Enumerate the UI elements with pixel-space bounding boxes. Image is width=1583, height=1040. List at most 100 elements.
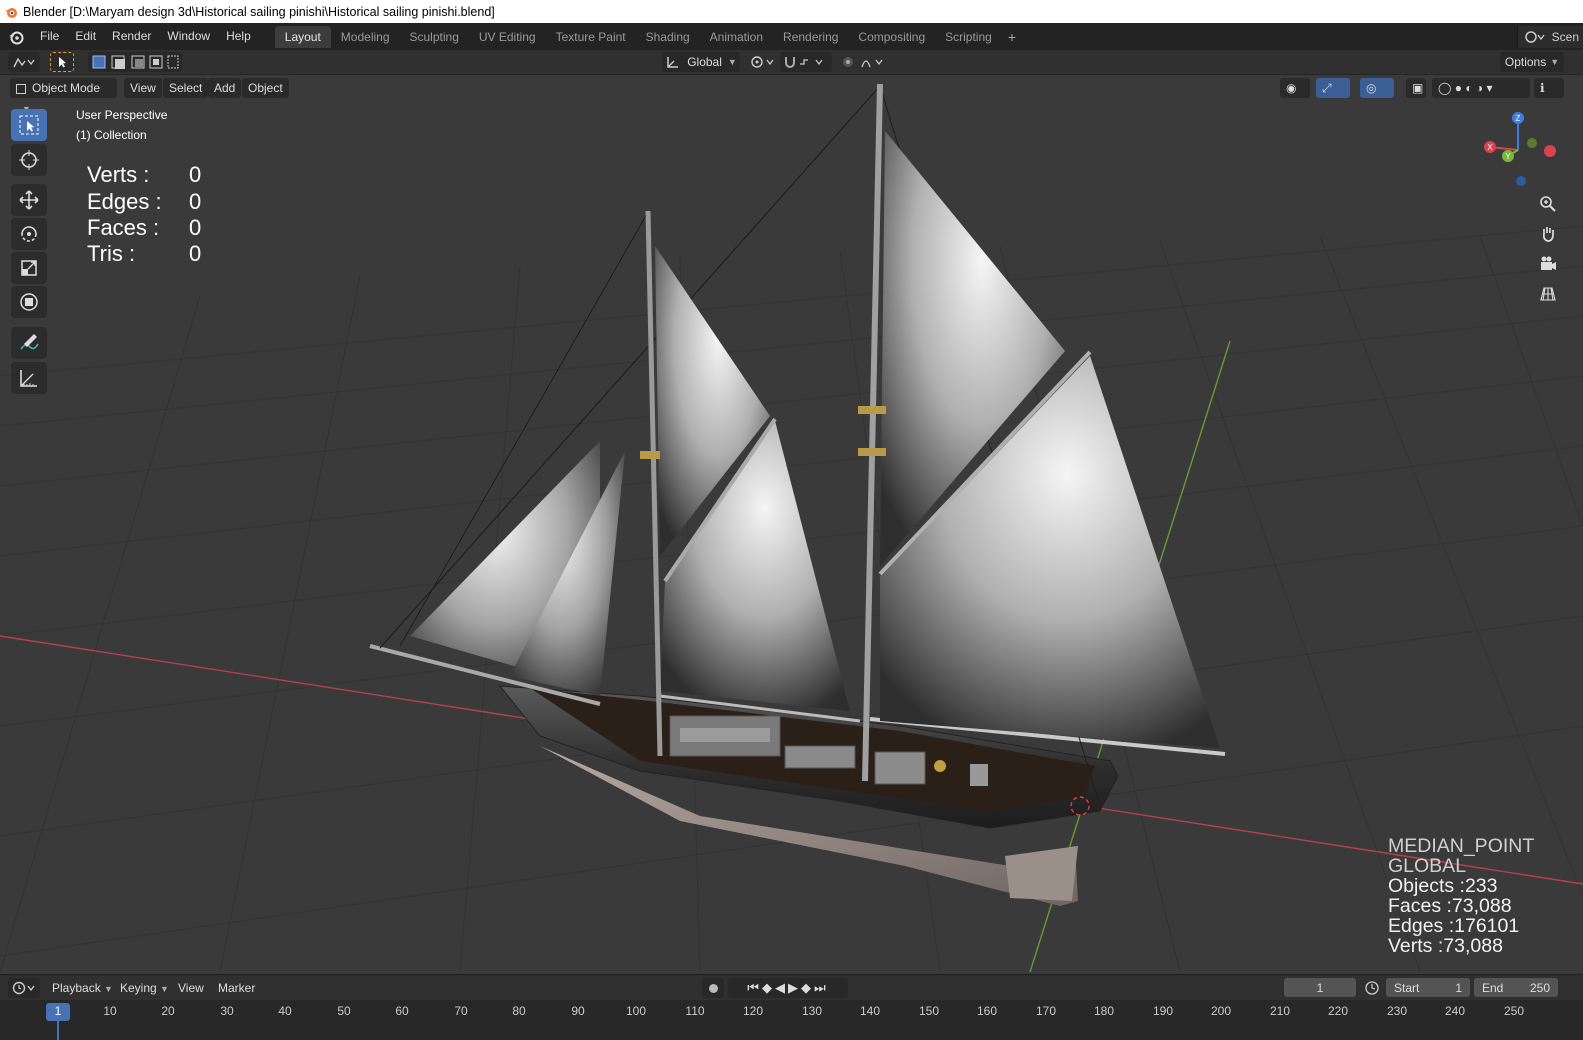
timeline-ruler[interactable]: 1 10 20 30 40 50 60 70 80 90 100 110 120… — [0, 1000, 1583, 1040]
ruler-tick: 210 — [1269, 1004, 1291, 1018]
start-frame-field[interactable]: Start 1 — [1386, 978, 1470, 997]
next-keyframe-icon[interactable]: ◆ — [801, 980, 814, 996]
navigation-gizmo[interactable]: Z X Y — [1478, 110, 1558, 190]
top-menu-bar: File Edit Render Window Help Layout Mode… — [0, 23, 1583, 50]
measure-tool[interactable] — [11, 362, 47, 394]
menu-view[interactable]: View — [124, 78, 162, 98]
transform-icon — [20, 293, 38, 311]
orientation-dropdown[interactable]: Global ▼ — [662, 52, 740, 72]
jump-end-icon[interactable]: ⏭ — [814, 980, 829, 996]
snapping-button[interactable] — [780, 52, 832, 72]
play-reverse-icon[interactable]: ◀ — [775, 980, 788, 996]
scene-selector[interactable]: Scen — [1516, 25, 1583, 48]
zoom-icon[interactable] — [1534, 190, 1562, 218]
gizmo-toggle-icon[interactable]: ⤢ — [1316, 78, 1350, 98]
add-workspace-button[interactable]: + — [1002, 29, 1022, 45]
menu-file[interactable]: File — [32, 23, 67, 50]
chevron-down-icon: ▼ — [727, 57, 737, 67]
blender-menu-icon[interactable] — [0, 29, 32, 45]
chevron-down-icon: ▼ — [104, 984, 113, 994]
scale-icon — [21, 260, 37, 276]
pencil-icon — [20, 334, 39, 350]
visibility-icon[interactable]: ◉ — [1280, 78, 1310, 98]
menu-window[interactable]: Window — [159, 23, 218, 50]
scale-tool[interactable] — [11, 252, 47, 284]
preview-range-icon[interactable] — [1360, 978, 1384, 997]
scene-icon — [1524, 30, 1545, 43]
svg-text:Y: Y — [1505, 152, 1511, 161]
3d-viewport[interactable]: Object Mode ▼ View Select Add Object ◉ ⤢… — [0, 76, 1583, 972]
gizmo-neg-z[interactable] — [1516, 176, 1526, 186]
clock-icon — [12, 981, 35, 995]
chevron-down-icon: ▼ — [160, 984, 169, 994]
ruler-tick: 150 — [918, 1004, 940, 1018]
menu-help[interactable]: Help — [218, 23, 259, 50]
object-mode-label: Object Mode — [32, 81, 101, 95]
playhead-line — [57, 1020, 59, 1040]
prev-keyframe-icon[interactable]: ◆ — [762, 980, 775, 996]
proportional-editing-button[interactable] — [838, 52, 890, 72]
ruler-tick: 80 — [512, 1004, 526, 1018]
ruler-tick: 240 — [1444, 1004, 1466, 1018]
transform-tool[interactable] — [11, 286, 47, 318]
camera-icon[interactable] — [1534, 250, 1562, 278]
menu-timeline-view[interactable]: View — [172, 978, 210, 998]
jump-start-icon[interactable]: ⏮ — [747, 980, 762, 996]
view-perspective-label: User Perspective — [76, 108, 168, 122]
tab-rendering[interactable]: Rendering — [773, 26, 848, 48]
menu-add[interactable]: Add — [208, 78, 242, 98]
stat-edges: Edges :0 — [87, 189, 202, 214]
ruler-tick: 10 — [103, 1004, 117, 1018]
orientation-icon — [667, 57, 679, 68]
ruler-tick: 110 — [685, 1004, 705, 1018]
timeline-editor-type-button[interactable] — [8, 978, 40, 998]
tab-scripting[interactable]: Scripting — [935, 26, 1002, 48]
editor-type-button[interactable] — [8, 52, 40, 72]
current-frame-field[interactable]: 1 — [1284, 978, 1356, 997]
menu-keying[interactable]: Keying ▼ — [114, 978, 175, 998]
rotate-tool[interactable] — [11, 218, 47, 250]
ruler-tick: 190 — [1152, 1004, 1174, 1018]
play-icon[interactable]: ▶ — [788, 980, 801, 996]
move-icon — [19, 190, 39, 210]
cursor-tool[interactable] — [11, 144, 47, 176]
tab-uv-editing[interactable]: UV Editing — [469, 26, 546, 48]
end-frame-field[interactable]: End 250 — [1474, 978, 1558, 997]
pan-hand-icon[interactable] — [1534, 220, 1562, 248]
svg-text:Z: Z — [1516, 114, 1521, 123]
tab-layout[interactable]: Layout — [274, 25, 331, 48]
info-icon[interactable]: ℹ — [1534, 78, 1564, 98]
tab-compositing[interactable]: Compositing — [848, 26, 935, 48]
grid-perspective-icon[interactable] — [1534, 280, 1562, 308]
annotate-tool[interactable] — [11, 327, 47, 359]
ship-model — [369, 83, 1226, 906]
menu-select[interactable]: Select — [163, 78, 209, 98]
record-button[interactable] — [702, 978, 724, 998]
options-label: Options — [1504, 55, 1547, 69]
pivot-point-button[interactable] — [746, 52, 778, 72]
xray-icon[interactable]: ▣ — [1406, 78, 1426, 98]
shading-mode-group[interactable]: ◯ ● ◐ ◑ ▾ — [1432, 78, 1530, 98]
gizmo-neg-x[interactable] — [1544, 145, 1556, 157]
ruler-tick: 170 — [1035, 1004, 1057, 1018]
move-tool[interactable] — [11, 184, 47, 216]
tab-animation[interactable]: Animation — [700, 26, 773, 48]
menu-render[interactable]: Render — [104, 23, 159, 50]
tab-sculpting[interactable]: Sculpting — [400, 26, 469, 48]
object-mode-dropdown[interactable]: Object Mode ▼ — [10, 78, 117, 114]
stat-faces: Faces :0 — [87, 215, 202, 240]
cursor-icon — [59, 57, 66, 68]
select-box-tool[interactable] — [11, 109, 47, 141]
options-dropdown[interactable]: Options ▼ — [1500, 52, 1564, 72]
menu-playback[interactable]: Playback ▼ — [46, 978, 119, 998]
select-tool-button[interactable] — [50, 52, 74, 72]
menu-object[interactable]: Object — [242, 78, 289, 98]
menu-marker[interactable]: Marker — [212, 978, 261, 998]
tab-modeling[interactable]: Modeling — [331, 26, 400, 48]
tab-shading[interactable]: Shading — [636, 26, 700, 48]
overlays-icon[interactable]: ◎ — [1360, 78, 1394, 98]
tab-texture-paint[interactable]: Texture Paint — [546, 26, 636, 48]
ruler-tick: 40 — [278, 1004, 292, 1018]
menu-edit[interactable]: Edit — [67, 23, 104, 50]
viewport-grid — [0, 83, 1583, 972]
